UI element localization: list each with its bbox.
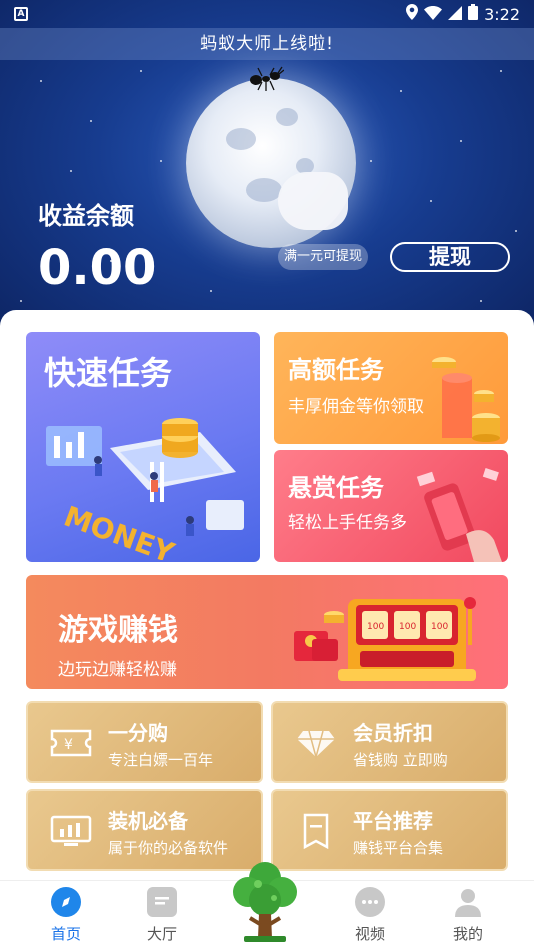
high-task-title: 高额任务 <box>288 356 384 384</box>
platform-recommend-card[interactable]: 平台推荐 赚钱平台合集 <box>271 789 508 871</box>
signal-icon <box>448 5 463 24</box>
game-earn-subtitle: 边玩边赚轻松赚 <box>58 660 177 680</box>
nav-label: 大厅 <box>146 925 177 943</box>
slot-machine-illustration: 100 100 100 <box>294 597 476 681</box>
app-notification-icon: A <box>14 7 28 21</box>
svg-text:¥: ¥ <box>64 737 73 753</box>
svg-text:100: 100 <box>431 622 448 632</box>
nav-label: 我的 <box>452 925 483 943</box>
diamond-icon <box>297 730 335 760</box>
nav-home[interactable]: 首页 <box>36 887 96 944</box>
location-icon <box>406 4 419 24</box>
nav-video[interactable]: 视频 <box>340 887 400 944</box>
member-discount-card[interactable]: 会员折扣 省钱购 立即购 <box>271 701 508 783</box>
document-icon <box>303 813 329 849</box>
bounty-task-card[interactable]: 悬赏任务 轻松上手任务多 <box>274 450 508 562</box>
nav-label: 首页 <box>50 925 81 943</box>
tree-center-button[interactable] <box>230 858 300 944</box>
battery-icon <box>468 4 479 24</box>
balance-amount: 0.00 <box>38 240 157 296</box>
game-earn-title: 游戏赚钱 <box>58 613 178 648</box>
svg-text:MONEY: MONEY <box>60 500 180 560</box>
ant-icon <box>248 66 285 99</box>
ticket-icon: ¥ <box>50 729 92 757</box>
grid-item-subtitle: 属于你的必备软件 <box>108 839 229 857</box>
grid-item-subtitle: 专注白嫖一百年 <box>108 751 214 769</box>
nav-label: 视频 <box>354 925 385 943</box>
grid-item-subtitle: 省钱购 立即购 <box>353 751 448 769</box>
compass-icon <box>51 887 81 917</box>
nav-profile[interactable]: 我的 <box>438 887 498 944</box>
high-task-subtitle: 丰厚佣金等你领取 <box>288 397 424 417</box>
bounty-task-subtitle: 轻松上手任务多 <box>288 513 407 533</box>
chat-bubble-icon <box>355 887 385 917</box>
wifi-icon <box>424 5 443 24</box>
grid-item-title: 一分购 <box>108 721 168 745</box>
grid-item-title: 平台推荐 <box>353 809 433 833</box>
monitor-icon <box>50 815 92 846</box>
money-illustration: MONEY <box>46 418 244 560</box>
one-cent-buy-card[interactable]: ¥ 一分购 专注白嫖一百年 <box>26 701 263 783</box>
essential-apps-card[interactable]: 装机必备 属于你的必备软件 <box>26 789 263 871</box>
balance-label: 收益余额 <box>38 202 134 230</box>
status-time: 3:22 <box>484 4 520 24</box>
svg-text:100: 100 <box>367 622 384 632</box>
grid-item-title: 装机必备 <box>108 809 188 833</box>
quick-task-title: 快速任务 <box>44 354 173 392</box>
withdraw-button[interactable]: 提现 <box>390 242 510 272</box>
message-card-icon <box>147 887 177 917</box>
status-bar: A 3:22 <box>0 0 534 28</box>
grid-item-title: 会员折扣 <box>353 721 433 745</box>
svg-text:100: 100 <box>399 622 416 632</box>
grid-item-subtitle: 赚钱平台合集 <box>353 839 444 857</box>
announcement-bar[interactable]: 蚂蚁大师上线啦! <box>0 28 534 60</box>
game-earn-card[interactable]: 游戏赚钱 边玩边赚轻松赚 100 100 100 <box>26 575 508 689</box>
quick-task-card[interactable]: 快速任务 MONEY <box>26 332 260 562</box>
hero-banner: A 3:22 蚂蚁大师上线啦! 收益余额 0.00 满一元可提现 提现 <box>0 0 534 340</box>
phone-illustration <box>416 468 502 562</box>
withdraw-threshold-tip: 满一元可提现 <box>278 244 369 270</box>
hand-illustration <box>278 172 348 230</box>
high-reward-task-card[interactable]: 高额任务 丰厚佣金等你领取 <box>274 332 508 444</box>
user-icon <box>453 887 483 917</box>
bounty-task-title: 悬赏任务 <box>288 474 384 502</box>
coins-illustration <box>432 357 500 442</box>
nav-hall[interactable]: 大厅 <box>132 887 192 944</box>
